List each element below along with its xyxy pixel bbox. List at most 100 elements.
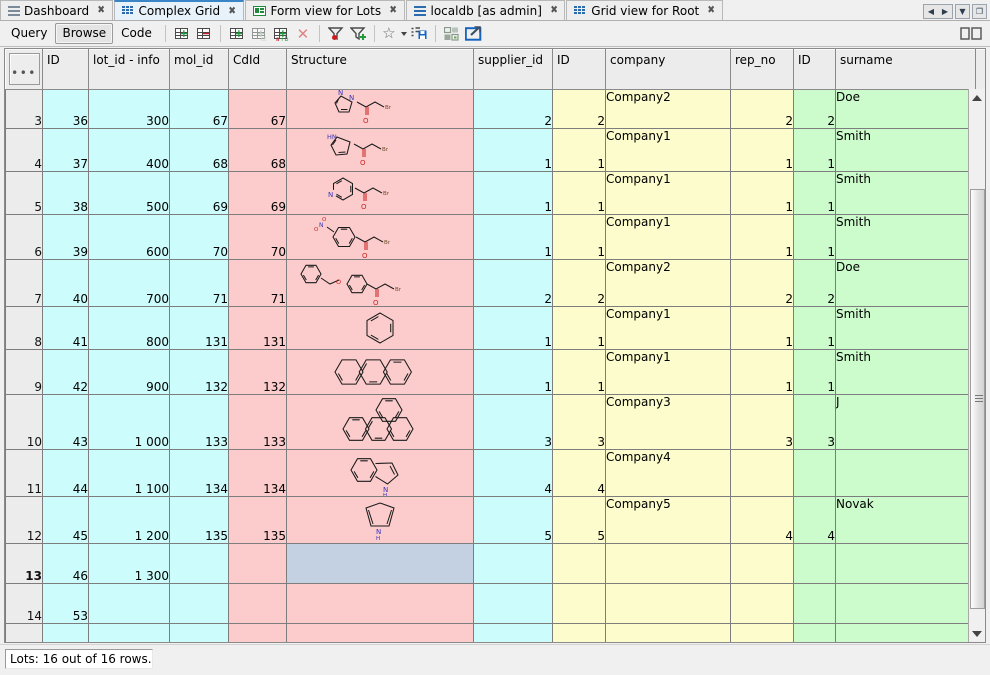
tab-grid-view-for-root[interactable]: Grid view for Root ✖ <box>566 0 722 20</box>
cell-structure[interactable]: NH <box>287 497 474 544</box>
row-header[interactable]: 4 <box>6 129 43 172</box>
cell-rep_no[interactable] <box>731 450 794 497</box>
browse-mode-button[interactable]: Browse <box>55 23 113 44</box>
row-header[interactable]: 8 <box>6 307 43 350</box>
cell-surname[interactable]: Smith <box>836 215 976 260</box>
cell-person_id[interactable] <box>794 624 836 644</box>
cell-id[interactable]: 45 <box>43 497 89 544</box>
cell-supplier_id[interactable]: 1 <box>474 172 553 215</box>
cell-company_id[interactable]: 3 <box>553 395 606 450</box>
cell-company[interactable]: Company1 <box>606 172 731 215</box>
grid-vertical-scrollbar[interactable] <box>968 89 985 642</box>
row-header[interactable]: 14 <box>6 584 43 624</box>
favorites-star-icon[interactable]: ☆ <box>380 24 398 44</box>
cell-rep_no[interactable] <box>731 584 794 624</box>
cell-supplier_id[interactable]: 1 <box>474 215 553 260</box>
data-grid[interactable]: ••• IDlot_id - infomol_idCdIdStructuresu… <box>4 48 986 643</box>
cell-lot_id_info[interactable]: 1 300 <box>89 544 170 584</box>
cell-id[interactable]: 42 <box>43 350 89 395</box>
table-row[interactable]: 1453 <box>6 584 987 624</box>
row-header[interactable]: 7 <box>6 260 43 307</box>
cell-cdid[interactable] <box>229 584 287 624</box>
row-header[interactable]: 12 <box>6 497 43 544</box>
cell-cdid[interactable]: 70 <box>229 215 287 260</box>
cell-company_id[interactable] <box>553 544 606 584</box>
cell-lot_id_info[interactable]: 800 <box>89 307 170 350</box>
add-calculated-column-icon[interactable]: + ct <box>248 24 270 44</box>
cell-company[interactable]: Company1 <box>606 129 731 172</box>
cell-company[interactable] <box>606 624 731 644</box>
row-header[interactable]: 11 <box>6 450 43 497</box>
cell-supplier_id[interactable]: 5 <box>474 497 553 544</box>
cell-mol_id[interactable]: 135 <box>170 497 229 544</box>
column-header-id[interactable]: ID <box>43 50 89 90</box>
scroll-down-icon[interactable] <box>969 625 985 642</box>
row-header[interactable]: 13 <box>6 544 43 584</box>
add-text-column-icon[interactable]: + a+b <box>270 24 292 44</box>
cell-structure[interactable]: NOOOBr <box>287 215 474 260</box>
cell-company[interactable] <box>606 544 731 584</box>
favorites-dropdown-icon[interactable] <box>398 24 408 44</box>
cell-person_id[interactable]: 2 <box>794 260 836 307</box>
row-header[interactable]: 5 <box>6 172 43 215</box>
restore-window-button[interactable]: ❐ <box>972 4 987 19</box>
cell-company[interactable]: Company1 <box>606 215 731 260</box>
cell-rep_no[interactable]: 1 <box>731 172 794 215</box>
table-row[interactable]: 11441 100134134NH44Company4 <box>6 450 987 497</box>
cell-id[interactable]: 37 <box>43 129 89 172</box>
scroll-up-icon[interactable] <box>969 89 985 106</box>
column-header-rep_no[interactable]: rep_no <box>731 50 794 90</box>
cell-company[interactable]: Company5 <box>606 497 731 544</box>
table-row[interactable]: 1554 <box>6 624 987 644</box>
table-row[interactable]: 3363006767NNOBr22Company222Doe <box>6 90 987 129</box>
table-row[interactable]: 84180013113111Company111Smith <box>6 307 987 350</box>
delete-row-icon[interactable]: − <box>193 24 215 44</box>
add-row-icon[interactable]: + <box>171 24 193 44</box>
cell-structure[interactable] <box>287 624 474 644</box>
tab-dashboard[interactable]: Dashboard ✖ <box>0 0 113 20</box>
cell-company[interactable]: Company2 <box>606 260 731 307</box>
delete-column-icon[interactable]: ✕ <box>292 24 314 44</box>
cell-lot_id_info[interactable]: 300 <box>89 90 170 129</box>
cell-supplier_id[interactable]: 3 <box>474 395 553 450</box>
table-row[interactable]: 4374006868HNOBr11Company111Smith <box>6 129 987 172</box>
cell-structure[interactable]: NH <box>287 450 474 497</box>
cell-surname[interactable]: Doe <box>836 90 976 129</box>
table-row[interactable]: 94290013213211Company111Smith <box>6 350 987 395</box>
cell-structure[interactable] <box>287 544 474 584</box>
cell-structure[interactable]: OOBr <box>287 260 474 307</box>
column-header-structure[interactable]: Structure <box>287 50 474 90</box>
query-mode-button[interactable]: Query <box>4 23 54 44</box>
cell-supplier_id[interactable]: 1 <box>474 129 553 172</box>
cell-supplier_id[interactable]: 1 <box>474 307 553 350</box>
scroll-tabs-left-icon[interactable]: ◀ <box>924 5 938 18</box>
cell-company[interactable] <box>606 584 731 624</box>
cell-surname[interactable]: Smith <box>836 172 976 215</box>
cell-company_id[interactable] <box>553 624 606 644</box>
table-row[interactable]: 13461 300 <box>6 544 987 584</box>
cell-lot_id_info[interactable]: 1 000 <box>89 395 170 450</box>
row-header[interactable]: 6 <box>6 215 43 260</box>
cell-cdid[interactable]: 134 <box>229 450 287 497</box>
cell-lot_id_info[interactable]: 700 <box>89 260 170 307</box>
cell-surname[interactable]: Smith <box>836 307 976 350</box>
table-row[interactable]: 5385006969NOBr11Company111Smith <box>6 172 987 215</box>
cell-lot_id_info[interactable] <box>89 624 170 644</box>
cell-rep_no[interactable]: 4 <box>731 497 794 544</box>
cell-id[interactable]: 36 <box>43 90 89 129</box>
cell-structure[interactable] <box>287 584 474 624</box>
column-header-cdid[interactable]: CdId <box>229 50 287 90</box>
row-header[interactable]: 15 <box>6 624 43 644</box>
cell-id[interactable]: 43 <box>43 395 89 450</box>
cell-person_id[interactable]: 1 <box>794 215 836 260</box>
cell-surname[interactable] <box>836 450 976 497</box>
cell-surname[interactable] <box>836 624 976 644</box>
code-mode-button[interactable]: Code <box>114 23 159 44</box>
table-row[interactable]: 6396007070NOOOBr11Company111Smith <box>6 215 987 260</box>
table-row[interactable]: 12451 200135135NH55Company544Novak <box>6 497 987 544</box>
cell-person_id[interactable]: 1 <box>794 350 836 395</box>
close-icon[interactable]: ✖ <box>229 5 237 17</box>
cell-cdid[interactable]: 133 <box>229 395 287 450</box>
cell-rep_no[interactable]: 3 <box>731 395 794 450</box>
cell-supplier_id[interactable]: 4 <box>474 450 553 497</box>
